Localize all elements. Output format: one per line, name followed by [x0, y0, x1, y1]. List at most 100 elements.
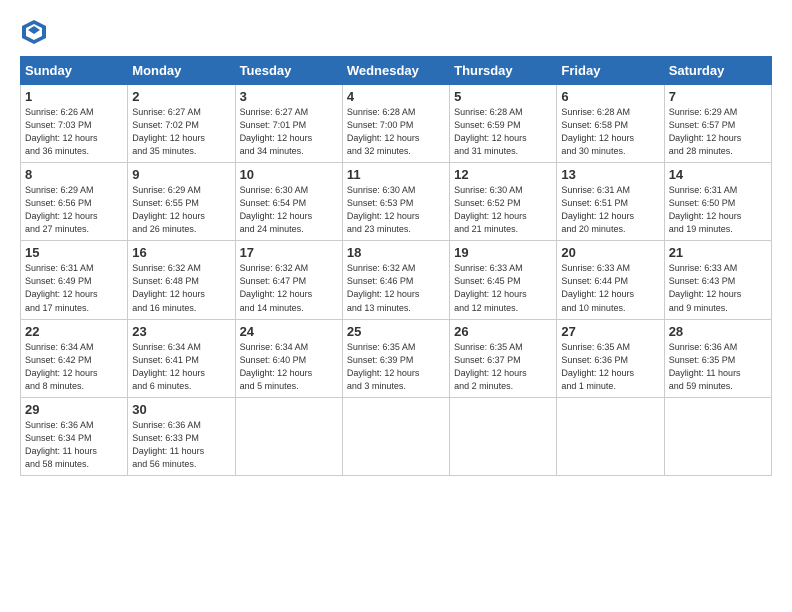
- col-header-sunday: Sunday: [21, 57, 128, 85]
- day-number: 13: [561, 167, 659, 182]
- col-header-tuesday: Tuesday: [235, 57, 342, 85]
- day-cell: 24 Sunrise: 6:34 AM Sunset: 6:40 PM Dayli…: [235, 319, 342, 397]
- day-info: Sunrise: 6:33 AM Sunset: 6:44 PM Dayligh…: [561, 262, 659, 314]
- day-cell: 28 Sunrise: 6:36 AM Sunset: 6:35 PM Dayli…: [664, 319, 771, 397]
- day-info: Sunrise: 6:35 AM Sunset: 6:37 PM Dayligh…: [454, 341, 552, 393]
- day-number: 7: [669, 89, 767, 104]
- day-info: Sunrise: 6:34 AM Sunset: 6:41 PM Dayligh…: [132, 341, 230, 393]
- day-cell: 22 Sunrise: 6:34 AM Sunset: 6:42 PM Dayli…: [21, 319, 128, 397]
- day-number: 18: [347, 245, 445, 260]
- day-cell: 18 Sunrise: 6:32 AM Sunset: 6:46 PM Dayli…: [342, 241, 449, 319]
- day-cell: [342, 397, 449, 475]
- day-number: 25: [347, 324, 445, 339]
- day-cell: 16Sunrise: 6:32 AM Sunset: 6:48 PM Dayli…: [128, 241, 235, 319]
- day-number: 10: [240, 167, 338, 182]
- day-number: 23: [132, 324, 230, 339]
- day-cell: 19 Sunrise: 6:33 AM Sunset: 6:45 PM Dayli…: [450, 241, 557, 319]
- day-info: Sunrise: 6:30 AM Sunset: 6:53 PM Dayligh…: [347, 184, 445, 236]
- day-number: 15: [25, 245, 123, 260]
- day-cell: [235, 397, 342, 475]
- day-cell: 5Sunrise: 6:28 AM Sunset: 6:59 PM Daylig…: [450, 85, 557, 163]
- col-header-wednesday: Wednesday: [342, 57, 449, 85]
- day-cell: 8 Sunrise: 6:29 AM Sunset: 6:56 PM Daylig…: [21, 163, 128, 241]
- day-number: 14: [669, 167, 767, 182]
- day-number: 27: [561, 324, 659, 339]
- day-info: Sunrise: 6:27 AM Sunset: 7:01 PM Dayligh…: [240, 106, 338, 158]
- day-info: Sunrise: 6:35 AM Sunset: 6:36 PM Dayligh…: [561, 341, 659, 393]
- logo-icon: [20, 18, 48, 46]
- day-info: Sunrise: 6:31 AM Sunset: 6:51 PM Dayligh…: [561, 184, 659, 236]
- day-info: Sunrise: 6:30 AM Sunset: 6:52 PM Dayligh…: [454, 184, 552, 236]
- day-number: 30: [132, 402, 230, 417]
- day-number: 5: [454, 89, 552, 104]
- day-info: Sunrise: 6:32 AM Sunset: 6:47 PM Dayligh…: [240, 262, 338, 314]
- day-cell: 11Sunrise: 6:30 AM Sunset: 6:53 PM Dayli…: [342, 163, 449, 241]
- day-number: 19: [454, 245, 552, 260]
- day-cell: 15 Sunrise: 6:31 AM Sunset: 6:49 PM Dayli…: [21, 241, 128, 319]
- col-header-monday: Monday: [128, 57, 235, 85]
- day-cell: 7Sunrise: 6:29 AM Sunset: 6:57 PM Daylig…: [664, 85, 771, 163]
- calendar-table: SundayMondayTuesdayWednesdayThursdayFrid…: [20, 56, 772, 476]
- day-cell: 26 Sunrise: 6:35 AM Sunset: 6:37 PM Dayli…: [450, 319, 557, 397]
- day-info: Sunrise: 6:33 AM Sunset: 6:45 PM Dayligh…: [454, 262, 552, 314]
- day-cell: 17 Sunrise: 6:32 AM Sunset: 6:47 PM Dayli…: [235, 241, 342, 319]
- day-cell: 1 Sunrise: 6:26 AM Sunset: 7:03 PM Daylig…: [21, 85, 128, 163]
- day-info: Sunrise: 6:32 AM Sunset: 6:48 PM Dayligh…: [132, 262, 230, 314]
- page: SundayMondayTuesdayWednesdayThursdayFrid…: [0, 0, 792, 612]
- day-number: 28: [669, 324, 767, 339]
- day-info: Sunrise: 6:36 AM Sunset: 6:33 PM Dayligh…: [132, 419, 230, 471]
- day-info: Sunrise: 6:27 AM Sunset: 7:02 PM Dayligh…: [132, 106, 230, 158]
- day-cell: 27 Sunrise: 6:35 AM Sunset: 6:36 PM Dayli…: [557, 319, 664, 397]
- day-number: 17: [240, 245, 338, 260]
- day-number: 29: [25, 402, 123, 417]
- day-info: Sunrise: 6:31 AM Sunset: 6:50 PM Dayligh…: [669, 184, 767, 236]
- day-cell: [664, 397, 771, 475]
- day-info: Sunrise: 6:34 AM Sunset: 6:40 PM Dayligh…: [240, 341, 338, 393]
- day-info: Sunrise: 6:29 AM Sunset: 6:55 PM Dayligh…: [132, 184, 230, 236]
- week-row-2: 8 Sunrise: 6:29 AM Sunset: 6:56 PM Daylig…: [21, 163, 772, 241]
- day-number: 3: [240, 89, 338, 104]
- day-info: Sunrise: 6:28 AM Sunset: 6:58 PM Dayligh…: [561, 106, 659, 158]
- day-number: 8: [25, 167, 123, 182]
- day-cell: 13 Sunrise: 6:31 AM Sunset: 6:51 PM Dayli…: [557, 163, 664, 241]
- day-info: Sunrise: 6:28 AM Sunset: 7:00 PM Dayligh…: [347, 106, 445, 158]
- day-info: Sunrise: 6:35 AM Sunset: 6:39 PM Dayligh…: [347, 341, 445, 393]
- day-info: Sunrise: 6:29 AM Sunset: 6:56 PM Dayligh…: [25, 184, 123, 236]
- day-number: 24: [240, 324, 338, 339]
- day-cell: [557, 397, 664, 475]
- day-number: 2: [132, 89, 230, 104]
- week-row-3: 15 Sunrise: 6:31 AM Sunset: 6:49 PM Dayli…: [21, 241, 772, 319]
- day-info: Sunrise: 6:26 AM Sunset: 7:03 PM Dayligh…: [25, 106, 123, 158]
- logo: [20, 18, 52, 46]
- col-header-saturday: Saturday: [664, 57, 771, 85]
- day-info: Sunrise: 6:31 AM Sunset: 6:49 PM Dayligh…: [25, 262, 123, 314]
- calendar-header-row: SundayMondayTuesdayWednesdayThursdayFrid…: [21, 57, 772, 85]
- day-cell: 2 Sunrise: 6:27 AM Sunset: 7:02 PM Daylig…: [128, 85, 235, 163]
- day-cell: 21Sunrise: 6:33 AM Sunset: 6:43 PM Dayli…: [664, 241, 771, 319]
- day-number: 9: [132, 167, 230, 182]
- week-row-5: 29Sunrise: 6:36 AM Sunset: 6:34 PM Dayli…: [21, 397, 772, 475]
- day-info: Sunrise: 6:36 AM Sunset: 6:35 PM Dayligh…: [669, 341, 767, 393]
- day-cell: 12 Sunrise: 6:30 AM Sunset: 6:52 PM Dayli…: [450, 163, 557, 241]
- day-cell: 3 Sunrise: 6:27 AM Sunset: 7:01 PM Daylig…: [235, 85, 342, 163]
- day-number: 22: [25, 324, 123, 339]
- week-row-4: 22 Sunrise: 6:34 AM Sunset: 6:42 PM Dayli…: [21, 319, 772, 397]
- day-cell: 9 Sunrise: 6:29 AM Sunset: 6:55 PM Daylig…: [128, 163, 235, 241]
- day-number: 26: [454, 324, 552, 339]
- col-header-friday: Friday: [557, 57, 664, 85]
- day-number: 20: [561, 245, 659, 260]
- day-info: Sunrise: 6:33 AM Sunset: 6:43 PM Dayligh…: [669, 262, 767, 314]
- day-info: Sunrise: 6:34 AM Sunset: 6:42 PM Dayligh…: [25, 341, 123, 393]
- day-info: Sunrise: 6:30 AM Sunset: 6:54 PM Dayligh…: [240, 184, 338, 236]
- day-info: Sunrise: 6:32 AM Sunset: 6:46 PM Dayligh…: [347, 262, 445, 314]
- day-cell: 30 Sunrise: 6:36 AM Sunset: 6:33 PM Dayli…: [128, 397, 235, 475]
- day-number: 12: [454, 167, 552, 182]
- col-header-thursday: Thursday: [450, 57, 557, 85]
- day-number: 6: [561, 89, 659, 104]
- day-cell: 29Sunrise: 6:36 AM Sunset: 6:34 PM Dayli…: [21, 397, 128, 475]
- day-cell: 14 Sunrise: 6:31 AM Sunset: 6:50 PM Dayli…: [664, 163, 771, 241]
- week-row-1: 1 Sunrise: 6:26 AM Sunset: 7:03 PM Daylig…: [21, 85, 772, 163]
- day-cell: 4Sunrise: 6:28 AM Sunset: 7:00 PM Daylig…: [342, 85, 449, 163]
- day-number: 1: [25, 89, 123, 104]
- day-cell: 20 Sunrise: 6:33 AM Sunset: 6:44 PM Dayli…: [557, 241, 664, 319]
